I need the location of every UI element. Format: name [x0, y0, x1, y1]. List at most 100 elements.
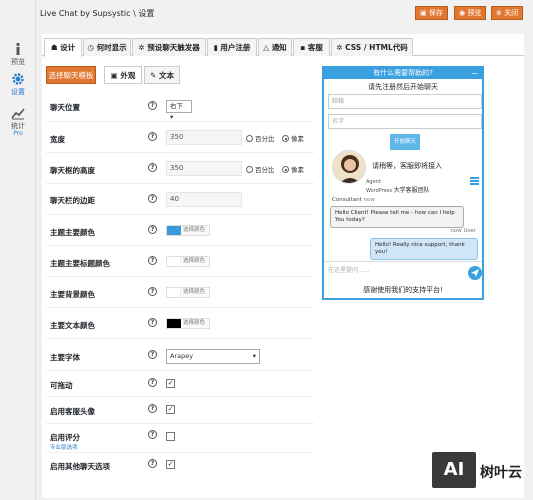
setting-row-title-color: 主题主要标题颜色 ? 选择颜色	[46, 246, 314, 277]
pro-option-link[interactable]: 专业版选项	[50, 443, 78, 451]
breadcrumb-current: 设置	[138, 9, 155, 18]
gear-icon: ✲	[138, 43, 148, 52]
help-icon[interactable]: ?	[148, 163, 157, 172]
position-select[interactable]: 右下 ▾	[166, 100, 192, 121]
setting-label: 聊天框的高度	[50, 166, 95, 175]
help-icon[interactable]: ?	[148, 318, 157, 327]
avatar-checkbox[interactable]: ✓	[166, 405, 175, 414]
tab-when-show[interactable]: ◷ 何时显示	[83, 38, 131, 56]
chat-header-title: 有什么需要帮助的?	[373, 69, 433, 77]
user-icon: ▪	[300, 43, 308, 52]
height-input[interactable]: 350	[166, 161, 242, 176]
tab-notifications[interactable]: △ 通知	[258, 38, 292, 56]
menu-icon[interactable]	[470, 177, 479, 185]
page-title: Live Chat by Supsystic \ 设置	[40, 8, 154, 19]
chart-icon	[11, 108, 25, 120]
width-input[interactable]: 350	[166, 130, 242, 145]
save-button[interactable]: ▣ 保存	[415, 6, 448, 20]
tab-registration[interactable]: ▮ 用户注册	[207, 38, 257, 56]
close-icon: ⊗	[496, 9, 505, 17]
main-color-picker[interactable]: 选择颜色	[166, 225, 210, 236]
save-icon: ▣	[420, 9, 429, 17]
start-chat-button[interactable]: 开始聊天	[390, 134, 420, 150]
preview-button[interactable]: ◉ 预览	[454, 6, 487, 20]
margin-input[interactable]: 40	[166, 192, 242, 207]
subtab-text[interactable]: ✎ 文本	[144, 66, 180, 84]
tab-agents[interactable]: ▪ 客服	[293, 38, 330, 56]
sidebar: 预览 设置 统计 Pro	[0, 0, 36, 500]
setting-row-position: 聊天位置 ? 右下 ▾	[46, 94, 314, 122]
color-swatch	[167, 226, 181, 235]
email-field[interactable]: 邮箱	[328, 94, 482, 109]
palette-icon: ☗	[50, 43, 61, 52]
agent-greeting: 请稍等，客服即将接入	[372, 162, 442, 170]
help-icon[interactable]: ?	[148, 194, 157, 203]
setting-label: 聊天位置	[50, 103, 80, 112]
sidebar-label-preview: 预览	[11, 58, 25, 66]
sidebar-item-preview[interactable]: 预览	[0, 42, 36, 66]
chevron-down-icon: ▾	[252, 352, 256, 360]
color-swatch	[167, 319, 181, 328]
close-button[interactable]: ⊗ 关闭	[491, 6, 524, 20]
help-icon[interactable]: ?	[148, 350, 157, 359]
draggable-checkbox[interactable]: ✓	[166, 379, 175, 388]
help-icon[interactable]: ?	[148, 404, 157, 413]
bg-color-picker[interactable]: 选择颜色	[166, 287, 210, 298]
clock-icon: ◷	[87, 43, 97, 52]
user-message: Hello! Really nice support, thank you!	[370, 238, 478, 260]
help-icon[interactable]: ?	[148, 132, 157, 141]
setting-row-margin: 聊天栏的边距 ? 40	[46, 184, 314, 215]
setting-label: 主要背景颜色	[50, 290, 95, 299]
minimize-icon[interactable]: −	[471, 68, 478, 79]
setting-row-bg-color: 主要背景颜色 ? 选择颜色	[46, 277, 314, 308]
chat-preview: 有什么需要帮助的? − 请先注册然后开始聊天 邮箱 名字 开始聊天 请稍等，客服…	[322, 66, 484, 300]
send-button[interactable]	[468, 266, 482, 280]
agent-avatar	[332, 150, 366, 184]
help-icon[interactable]: ?	[148, 459, 157, 468]
agent-message: Hello Client! Please tell me - how can I…	[330, 206, 464, 228]
setting-row-rating: 启用评分 专业版选项 ?	[46, 424, 314, 453]
agent-portrait-icon	[339, 155, 361, 183]
help-icon[interactable]: ?	[148, 225, 157, 234]
rating-checkbox[interactable]	[166, 432, 175, 441]
text-color-picker[interactable]: 选择颜色	[166, 318, 210, 329]
tab-design[interactable]: ☗ 设计	[44, 38, 82, 57]
setting-row-text-color: 主要文本颜色 ? 选择颜色	[46, 308, 314, 339]
width-pixel-radio[interactable]: 像素	[282, 133, 304, 143]
font-select[interactable]: Arapey ▾	[166, 349, 260, 364]
gear-icon	[12, 73, 24, 85]
color-swatch	[167, 257, 181, 266]
help-icon[interactable]: ?	[148, 287, 157, 296]
name-field[interactable]: 名字	[328, 114, 482, 129]
choose-template-button[interactable]: 选择聊天模板	[46, 66, 96, 84]
help-icon[interactable]: ?	[148, 430, 157, 439]
watermark-logo: AI	[432, 452, 476, 488]
chat-header[interactable]: 有什么需要帮助的? −	[324, 68, 482, 79]
radio-circle	[246, 135, 253, 142]
setting-label: 启用客服头像	[50, 407, 95, 416]
height-percent-radio[interactable]: 百分比	[246, 164, 275, 174]
message-input[interactable]: 在这里提问......	[328, 265, 369, 274]
sidebar-label-stats: 统计	[11, 122, 25, 130]
height-pixel-radio[interactable]: 像素	[282, 164, 304, 174]
sidebar-item-stats[interactable]: 统计 Pro	[0, 106, 36, 138]
help-icon[interactable]: ?	[148, 101, 157, 110]
title-color-picker[interactable]: 选择颜色	[166, 256, 210, 267]
width-percent-radio[interactable]: 百分比	[246, 133, 275, 143]
setting-row-other-options: 启用其他聊天选项 ? ✓	[46, 453, 314, 479]
user-message-meta: now User	[450, 228, 476, 234]
sidebar-item-settings[interactable]: 设置	[0, 72, 36, 96]
help-icon[interactable]: ?	[148, 256, 157, 265]
tab-css-html[interactable]: ✲ CSS / HTML代码	[331, 38, 413, 56]
tab-triggers[interactable]: ✲ 预设聊天触发器	[132, 38, 206, 56]
other-options-checkbox[interactable]: ✓	[166, 460, 175, 469]
radio-circle-selected	[282, 166, 289, 173]
pro-badge: Pro	[13, 130, 23, 137]
chevron-down-icon: ▾	[170, 113, 174, 121]
setting-label: 主题主要标题颜色	[50, 259, 110, 268]
help-icon[interactable]: ?	[148, 378, 157, 387]
subtab-appearance[interactable]: ▣ 外观	[104, 66, 142, 84]
register-prompt: 请先注册然后开始聊天	[368, 83, 438, 91]
setting-label: 主要文本颜色	[50, 321, 95, 330]
watermark-text: 树叶云	[480, 465, 522, 481]
